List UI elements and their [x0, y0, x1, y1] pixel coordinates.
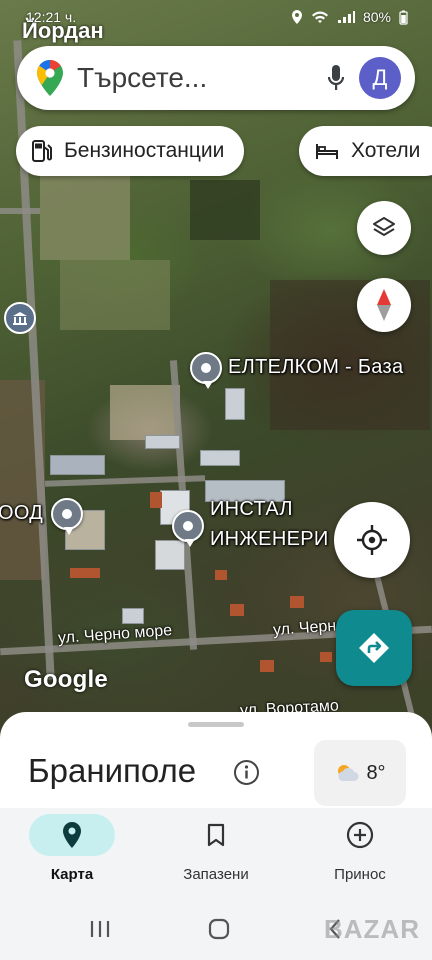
landmark-poi-icon[interactable]: [4, 302, 36, 334]
microphone-icon[interactable]: [327, 64, 345, 92]
crosshair-icon: [357, 525, 387, 555]
poi-marker-instal[interactable]: [172, 510, 204, 547]
weather-temperature: 8°: [366, 761, 386, 784]
map-roof: [320, 652, 332, 662]
layers-button[interactable]: [357, 201, 411, 255]
my-location-button[interactable]: [334, 502, 410, 578]
poi-marker-ood[interactable]: [51, 498, 83, 535]
map-building: [200, 450, 240, 466]
bed-icon: [316, 144, 338, 159]
info-icon[interactable]: [233, 759, 260, 786]
place-bottom-sheet[interactable]: Браниполе 8°: [0, 712, 432, 812]
gas-station-icon: [32, 140, 52, 162]
chip-hotels-label: Хотели: [351, 139, 421, 162]
wifi-icon: [311, 11, 328, 23]
poi-label-instal-line2[interactable]: ИНЖЕНЕРИ: [210, 528, 329, 551]
chip-gas-stations-label: Бензиностанции: [64, 139, 225, 162]
directions-button[interactable]: [336, 610, 412, 686]
map-roof: [290, 596, 304, 608]
nav-tab-saved-indicator: [173, 814, 259, 856]
search-bar[interactable]: Търсете... Д: [17, 46, 415, 110]
recent-apps-icon[interactable]: [89, 919, 111, 939]
map-field: [60, 260, 170, 330]
nav-tab-contribute-indicator: [317, 814, 403, 856]
compass-button[interactable]: [357, 278, 411, 332]
status-bar: 12:21 ч. 80%: [0, 0, 432, 34]
map-field: [40, 170, 130, 260]
map-building: [50, 455, 105, 475]
search-input[interactable]: Търсете...: [77, 62, 327, 94]
google-maps-pin-icon: [37, 60, 63, 96]
map-building: [122, 608, 144, 624]
map-field: [110, 385, 180, 440]
nav-tab-saved[interactable]: Запазени: [161, 814, 271, 883]
chip-hotels[interactable]: Хотели: [299, 126, 432, 176]
nav-tab-map[interactable]: Карта: [17, 814, 127, 883]
directions-icon: [359, 633, 389, 663]
home-icon[interactable]: [208, 918, 230, 940]
bottom-navigation: Карта Запазени Принос: [0, 808, 432, 898]
map-roof: [260, 660, 274, 672]
weather-card[interactable]: 8°: [314, 740, 406, 806]
map-roof: [70, 568, 100, 578]
status-time: 12:21 ч.: [26, 9, 77, 25]
partly-cloudy-icon: [338, 765, 359, 781]
nav-tab-contribute[interactable]: Принос: [305, 814, 415, 883]
map-building: [155, 540, 185, 570]
poi-label-eltelkom[interactable]: ЕЛТЕЛКОМ - База: [228, 356, 403, 379]
account-avatar[interactable]: Д: [359, 57, 401, 99]
bazar-watermark-logo: BAZAR: [324, 914, 420, 944]
battery-level: 80%: [362, 9, 391, 25]
map-road: [0, 208, 40, 214]
map-roof: [150, 492, 162, 508]
battery-icon: [399, 10, 408, 25]
map-pin-icon: [63, 822, 81, 848]
nav-tab-contribute-label: Принос: [334, 866, 386, 883]
poi-marker-eltelkom[interactable]: [190, 352, 222, 389]
map-building: [225, 388, 245, 420]
location-status-icon: [291, 10, 302, 24]
place-title: Браниполе: [28, 752, 197, 789]
map-roof: [215, 570, 227, 580]
sheet-drag-handle[interactable]: [188, 722, 244, 727]
map-building: [145, 435, 180, 449]
nav-tab-saved-label: Запазени: [183, 866, 249, 883]
map-roof: [230, 604, 244, 616]
nav-tab-map-label: Карта: [50, 866, 94, 883]
signal-icon: [337, 11, 355, 23]
layers-icon: [373, 217, 395, 236]
nav-tab-map-indicator: [29, 814, 115, 856]
add-circle-icon: [346, 821, 374, 849]
compass-icon: [377, 289, 391, 321]
chip-gas-stations[interactable]: Бензиностанции: [16, 126, 245, 176]
status-icons: 80%: [291, 9, 408, 25]
map-field: [190, 180, 260, 240]
google-logo: Google: [24, 666, 108, 693]
poi-label-instal-line1[interactable]: ИНСТАЛ: [210, 498, 293, 521]
bookmark-icon: [207, 823, 225, 847]
poi-label-ood[interactable]: ООД: [0, 502, 43, 525]
